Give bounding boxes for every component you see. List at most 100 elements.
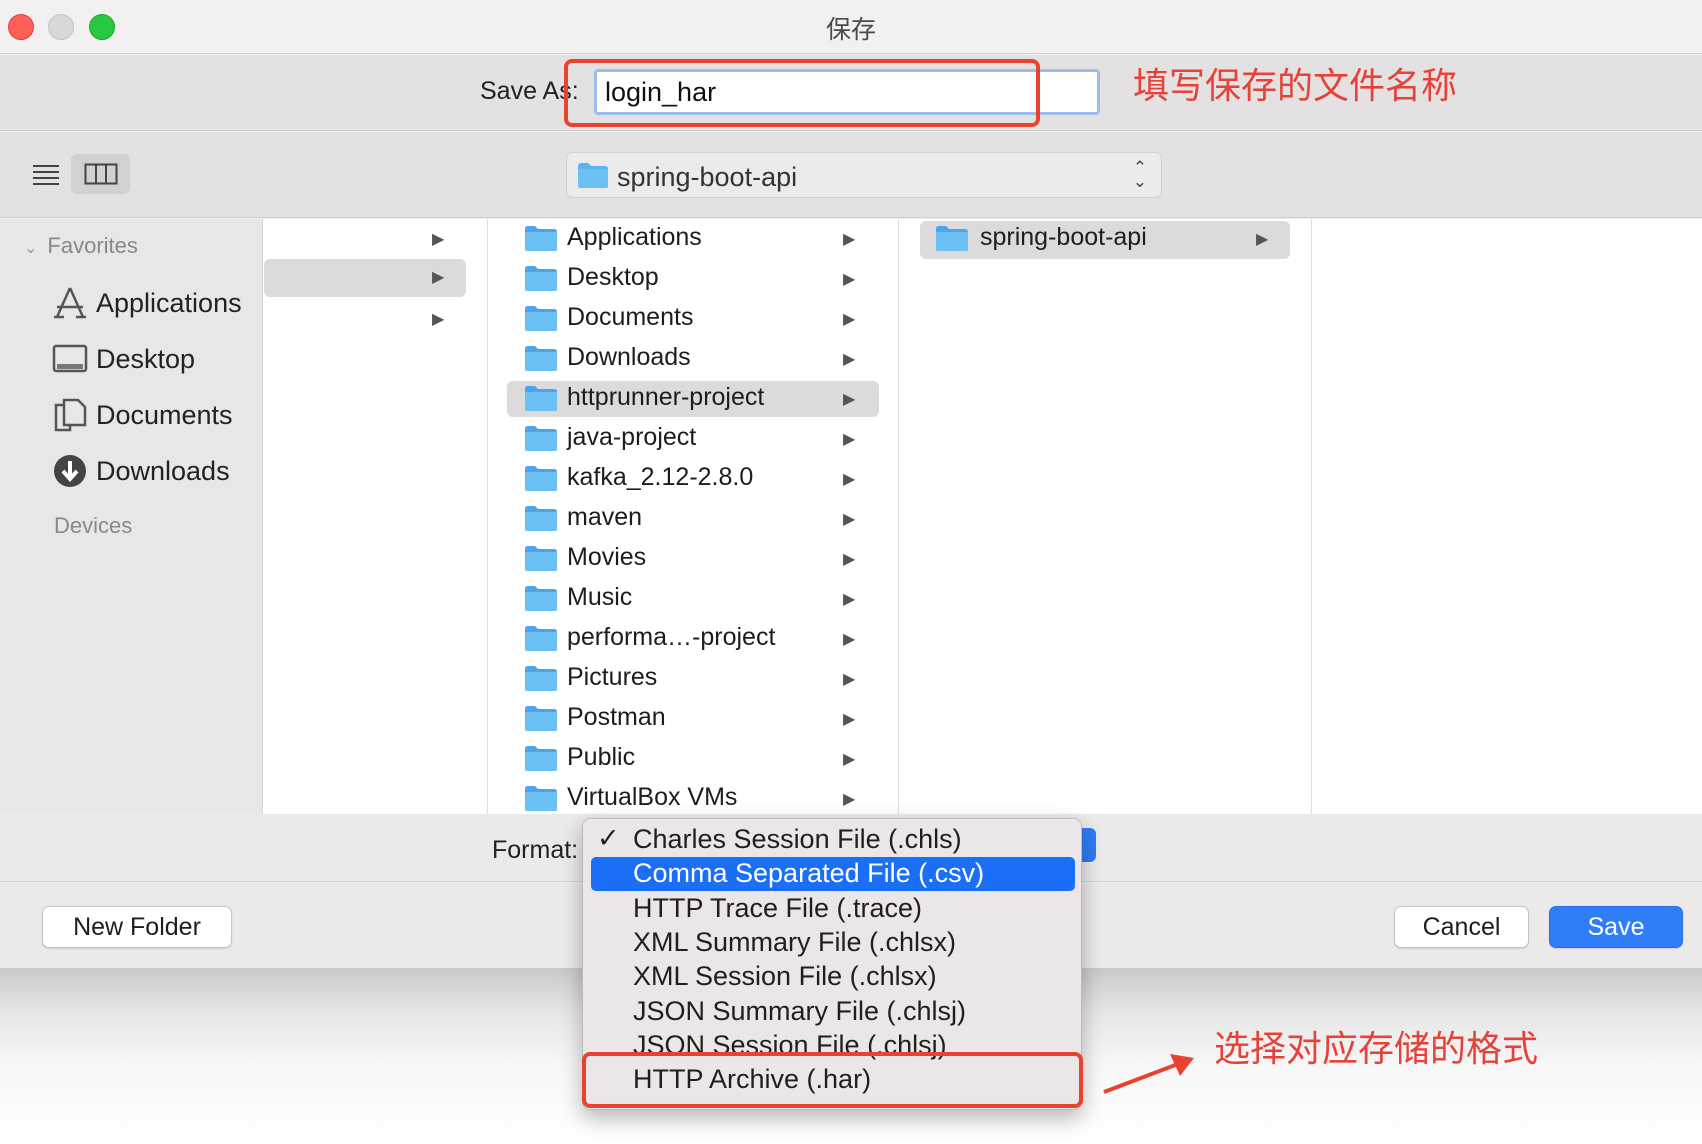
- location-label: spring-boot-api: [617, 162, 798, 192]
- list-item[interactable]: ▶: [264, 301, 487, 337]
- downloads-icon: [54, 455, 86, 487]
- format-option[interactable]: XML Session File (.chlsx): [591, 960, 1075, 994]
- sidebar-item-documents[interactable]: Documents: [52, 393, 262, 437]
- format-option-label: HTTP Trace File (.trace): [633, 892, 923, 923]
- list-item[interactable]: Movies ▶: [489, 541, 898, 577]
- folder-icon: [525, 546, 557, 571]
- folder-icon: [578, 163, 608, 188]
- folder-name: Pictures: [567, 663, 658, 691]
- format-option-label: XML Summary File (.chlsx): [633, 926, 957, 957]
- har-option-highlight-box: [582, 1052, 1083, 1108]
- folder-name: Music: [567, 583, 633, 611]
- disclosure-arrow-icon: ▶: [843, 711, 856, 728]
- list-item[interactable]: Applications ▶: [489, 221, 898, 257]
- list-item[interactable]: ▶: [264, 259, 466, 297]
- folder-icon: [525, 226, 557, 251]
- folder-name: Desktop: [567, 263, 659, 291]
- disclosure-arrow-icon: ▶: [843, 271, 856, 288]
- list-item[interactable]: kafka_2.12-2.8.0 ▶: [489, 461, 898, 497]
- list-item[interactable]: maven ▶: [489, 501, 898, 537]
- folder-icon: [525, 746, 557, 771]
- disclosure-arrow-icon: ▶: [843, 391, 856, 408]
- sidebar-item-applications[interactable]: Applications: [52, 281, 262, 325]
- list-item[interactable]: VirtualBox VMs ▶: [489, 781, 898, 817]
- favorites-header[interactable]: ⌄ Favorites: [24, 233, 138, 259]
- folder-icon: [525, 506, 557, 531]
- folder-name: VirtualBox VMs: [567, 783, 738, 811]
- chevron-down-icon: ⌄: [24, 240, 38, 257]
- disclosure-arrow-icon: ▶: [843, 231, 856, 248]
- updown-chevron-icon: ⌃ ⌄: [1132, 158, 1147, 191]
- folder-name: performa…-project: [567, 623, 776, 651]
- disclosure-arrow-icon: ▶: [432, 269, 445, 286]
- save-button[interactable]: Save: [1549, 906, 1683, 948]
- folder-name: Movies: [567, 543, 647, 571]
- checkmark-icon: ✓: [597, 823, 620, 853]
- browser-column-1: ▶ ▶ ▶: [264, 219, 488, 814]
- browser-column-4: [1313, 219, 1702, 814]
- list-item[interactable]: httprunner-project ▶: [507, 381, 879, 417]
- sidebar-item-label: Desktop: [96, 343, 196, 374]
- list-item[interactable]: ▶: [264, 221, 487, 257]
- sidebar-item-desktop[interactable]: Desktop: [52, 337, 262, 381]
- sidebar-item-label: Downloads: [96, 455, 230, 486]
- format-option[interactable]: XML Summary File (.chlsx): [591, 926, 1075, 960]
- browser-column-2: Applications ▶ Desktop ▶ Documents ▶ Downloads…: [489, 219, 899, 814]
- folder-name: Public: [567, 743, 636, 771]
- folder-name: httprunner-project: [567, 383, 765, 411]
- column-view-button[interactable]: [71, 154, 130, 194]
- list-item[interactable]: Documents ▶: [489, 301, 898, 337]
- disclosure-arrow-icon: ▶: [843, 551, 856, 568]
- list-item[interactable]: Postman ▶: [489, 701, 898, 737]
- format-label: Format:: [492, 836, 579, 864]
- sidebar-item-downloads[interactable]: Downloads: [52, 449, 262, 493]
- format-option[interactable]: HTTP Trace File (.trace): [591, 892, 1075, 926]
- format-option[interactable]: ✓ Charles Session File (.chls): [591, 823, 1075, 857]
- disclosure-arrow-icon: ▶: [843, 511, 856, 528]
- folder-name: java-project: [567, 423, 697, 451]
- format-option[interactable]: JSON Summary File (.chlsj): [591, 995, 1075, 1029]
- disclosure-arrow-icon: ▶: [843, 751, 856, 768]
- list-item[interactable]: performa…-project ▶: [489, 621, 898, 657]
- list-item[interactable]: Public ▶: [489, 741, 898, 777]
- list-view-icon: [33, 165, 59, 185]
- disclosure-arrow-icon: ▶: [432, 311, 445, 328]
- file-browser: ⌄ Favorites Applications Desktop Documen…: [0, 219, 1702, 814]
- title-bar: 保存: [0, 0, 1702, 54]
- cancel-button[interactable]: Cancel: [1394, 906, 1529, 948]
- format-option-label: JSON Summary File (.chlsj): [633, 995, 967, 1026]
- folder-icon: [525, 586, 557, 611]
- new-folder-button[interactable]: New Folder: [42, 906, 232, 948]
- disclosure-arrow-icon: ▶: [843, 671, 856, 688]
- list-item[interactable]: java-project ▶: [489, 421, 898, 457]
- location-popup[interactable]: spring-boot-api ⌃ ⌄: [566, 152, 1162, 198]
- annotation-arrow-icon: [1103, 1054, 1194, 1094]
- format-annotation: 选择对应存储的格式: [1214, 1029, 1539, 1070]
- folder-name: Documents: [567, 303, 694, 331]
- list-item[interactable]: Pictures ▶: [489, 661, 898, 697]
- format-option-label: XML Session File (.chlsx): [633, 961, 937, 992]
- folder-icon: [525, 426, 557, 451]
- list-item[interactable]: Downloads ▶: [489, 341, 898, 377]
- list-item[interactable]: Desktop ▶: [489, 261, 898, 297]
- disclosure-arrow-icon: ▶: [843, 591, 856, 608]
- list-view-button[interactable]: [22, 154, 70, 194]
- disclosure-arrow-icon: ▶: [1256, 231, 1269, 248]
- folder-icon: [525, 306, 557, 331]
- disclosure-arrow-icon: ▶: [843, 471, 856, 488]
- disclosure-arrow-icon: ▶: [843, 311, 856, 328]
- folder-icon: [936, 226, 968, 251]
- disclosure-arrow-icon: ▶: [843, 791, 856, 808]
- list-item[interactable]: Music ▶: [489, 581, 898, 617]
- sidebar-item-label: Applications: [96, 287, 242, 318]
- devices-header[interactable]: Devices: [54, 513, 132, 539]
- folder-icon: [525, 266, 557, 291]
- browser-toolbar: spring-boot-api ⌃ ⌄: [0, 132, 1702, 218]
- folder-name: Applications: [567, 223, 702, 251]
- list-item[interactable]: spring-boot-api ▶: [920, 221, 1290, 259]
- format-option[interactable]: Comma Separated File (.csv): [591, 857, 1075, 892]
- folder-name: Downloads: [567, 343, 691, 371]
- window-title: 保存: [825, 16, 876, 44]
- desktop-icon: [52, 344, 88, 373]
- folder-icon: [525, 466, 557, 491]
